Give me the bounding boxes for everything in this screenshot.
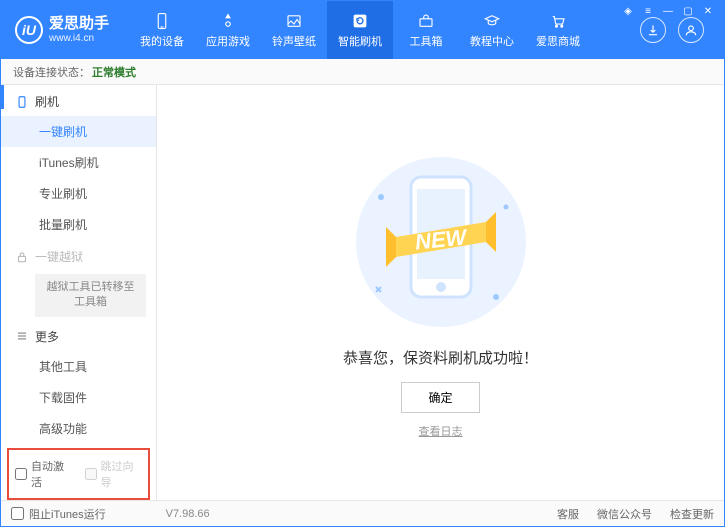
user-button[interactable] — [678, 17, 704, 43]
image-icon — [285, 12, 303, 30]
sidebar-item-oneclick-flash[interactable]: 一键刷机 — [1, 116, 156, 147]
flash-options-highlight: 自动激活 跳过向导 — [7, 448, 150, 500]
ok-button[interactable]: 确定 — [401, 382, 479, 413]
top-nav: 我的设备 应用游戏 铃声壁纸 智能刷机 工具箱 教程中心 — [129, 1, 591, 59]
sidebar: 刷机 一键刷机 iTunes刷机 专业刷机 批量刷机 一键越狱 越狱工具已转移至… — [1, 85, 157, 500]
graduation-icon — [483, 12, 501, 30]
nav-ringtones[interactable]: 铃声壁纸 — [261, 1, 327, 59]
app-url: www.i4.cn — [49, 33, 109, 44]
success-illustration: NEW — [341, 147, 541, 337]
sidebar-section-flash[interactable]: 刷机 — [1, 85, 156, 116]
window-controls: ◈ ≡ — ▢ ✕ — [618, 4, 718, 18]
lock-icon — [15, 250, 29, 264]
status-bar: 设备连接状态： 正常模式 — [1, 59, 724, 85]
minimize-button[interactable]: — — [658, 4, 678, 18]
footer: 阻止iTunes运行 V7.98.66 客服 微信公众号 检查更新 — [1, 500, 724, 526]
nav-toolbox[interactable]: 工具箱 — [393, 1, 459, 59]
phone-icon — [15, 95, 29, 109]
header: ◈ ≡ — ▢ ✕ iU 爱思助手 www.i4.cn 我的设备 应用游戏 — [1, 1, 724, 59]
footer-link-wechat[interactable]: 微信公众号 — [597, 506, 652, 522]
cart-icon — [549, 12, 567, 30]
phone-icon — [153, 12, 171, 30]
toolbox-icon — [417, 12, 435, 30]
nav-store[interactable]: 爱思商城 — [525, 1, 591, 59]
skip-wizard-checkbox[interactable]: 跳过向导 — [85, 458, 143, 490]
maximize-button[interactable]: ▢ — [678, 4, 698, 18]
refresh-icon — [351, 12, 369, 30]
version-label: V7.98.66 — [166, 508, 210, 520]
nav-smart-flash[interactable]: 智能刷机 — [327, 1, 393, 59]
nav-tutorials[interactable]: 教程中心 — [459, 1, 525, 59]
logo-mark-icon: iU — [15, 16, 43, 44]
pin-button[interactable]: ◈ — [618, 4, 638, 18]
nav-apps-games[interactable]: 应用游戏 — [195, 1, 261, 59]
list-icon — [15, 329, 29, 343]
status-label: 设备连接状态： — [13, 64, 90, 80]
success-message: 恭喜您，保资料刷机成功啦！ — [343, 347, 538, 368]
apps-icon — [219, 12, 237, 30]
sidebar-item-itunes-flash[interactable]: iTunes刷机 — [1, 147, 156, 178]
sidebar-item-download-firmware[interactable]: 下载固件 — [1, 382, 156, 413]
block-itunes-checkbox[interactable]: 阻止iTunes运行 — [11, 506, 106, 522]
sidebar-section-jailbreak: 一键越狱 — [1, 240, 156, 271]
status-value: 正常模式 — [92, 64, 136, 80]
nav-my-device[interactable]: 我的设备 — [129, 1, 195, 59]
app-title: 爱思助手 — [49, 16, 109, 33]
sidebar-item-advanced[interactable]: 高级功能 — [1, 413, 156, 444]
footer-link-support[interactable]: 客服 — [557, 506, 579, 522]
sidebar-section-more[interactable]: 更多 — [1, 320, 156, 351]
close-button[interactable]: ✕ — [698, 4, 718, 18]
download-button[interactable] — [640, 17, 666, 43]
view-log-link[interactable]: 查看日志 — [419, 423, 463, 439]
sidebar-item-pro-flash[interactable]: 专业刷机 — [1, 178, 156, 209]
sidebar-item-batch-flash[interactable]: 批量刷机 — [1, 209, 156, 240]
menu-button[interactable]: ≡ — [638, 4, 658, 18]
header-actions — [640, 17, 714, 43]
footer-link-update[interactable]: 检查更新 — [670, 506, 714, 522]
sidebar-jailbreak-notice: 越狱工具已转移至 工具箱 — [35, 274, 146, 317]
sidebar-item-other-tools[interactable]: 其他工具 — [1, 351, 156, 382]
main-content: NEW 恭喜您，保资料刷机成功啦！ 确定 查看日志 — [157, 85, 724, 500]
logo[interactable]: iU 爱思助手 www.i4.cn — [15, 16, 109, 44]
auto-activate-checkbox[interactable]: 自动激活 — [15, 458, 73, 490]
